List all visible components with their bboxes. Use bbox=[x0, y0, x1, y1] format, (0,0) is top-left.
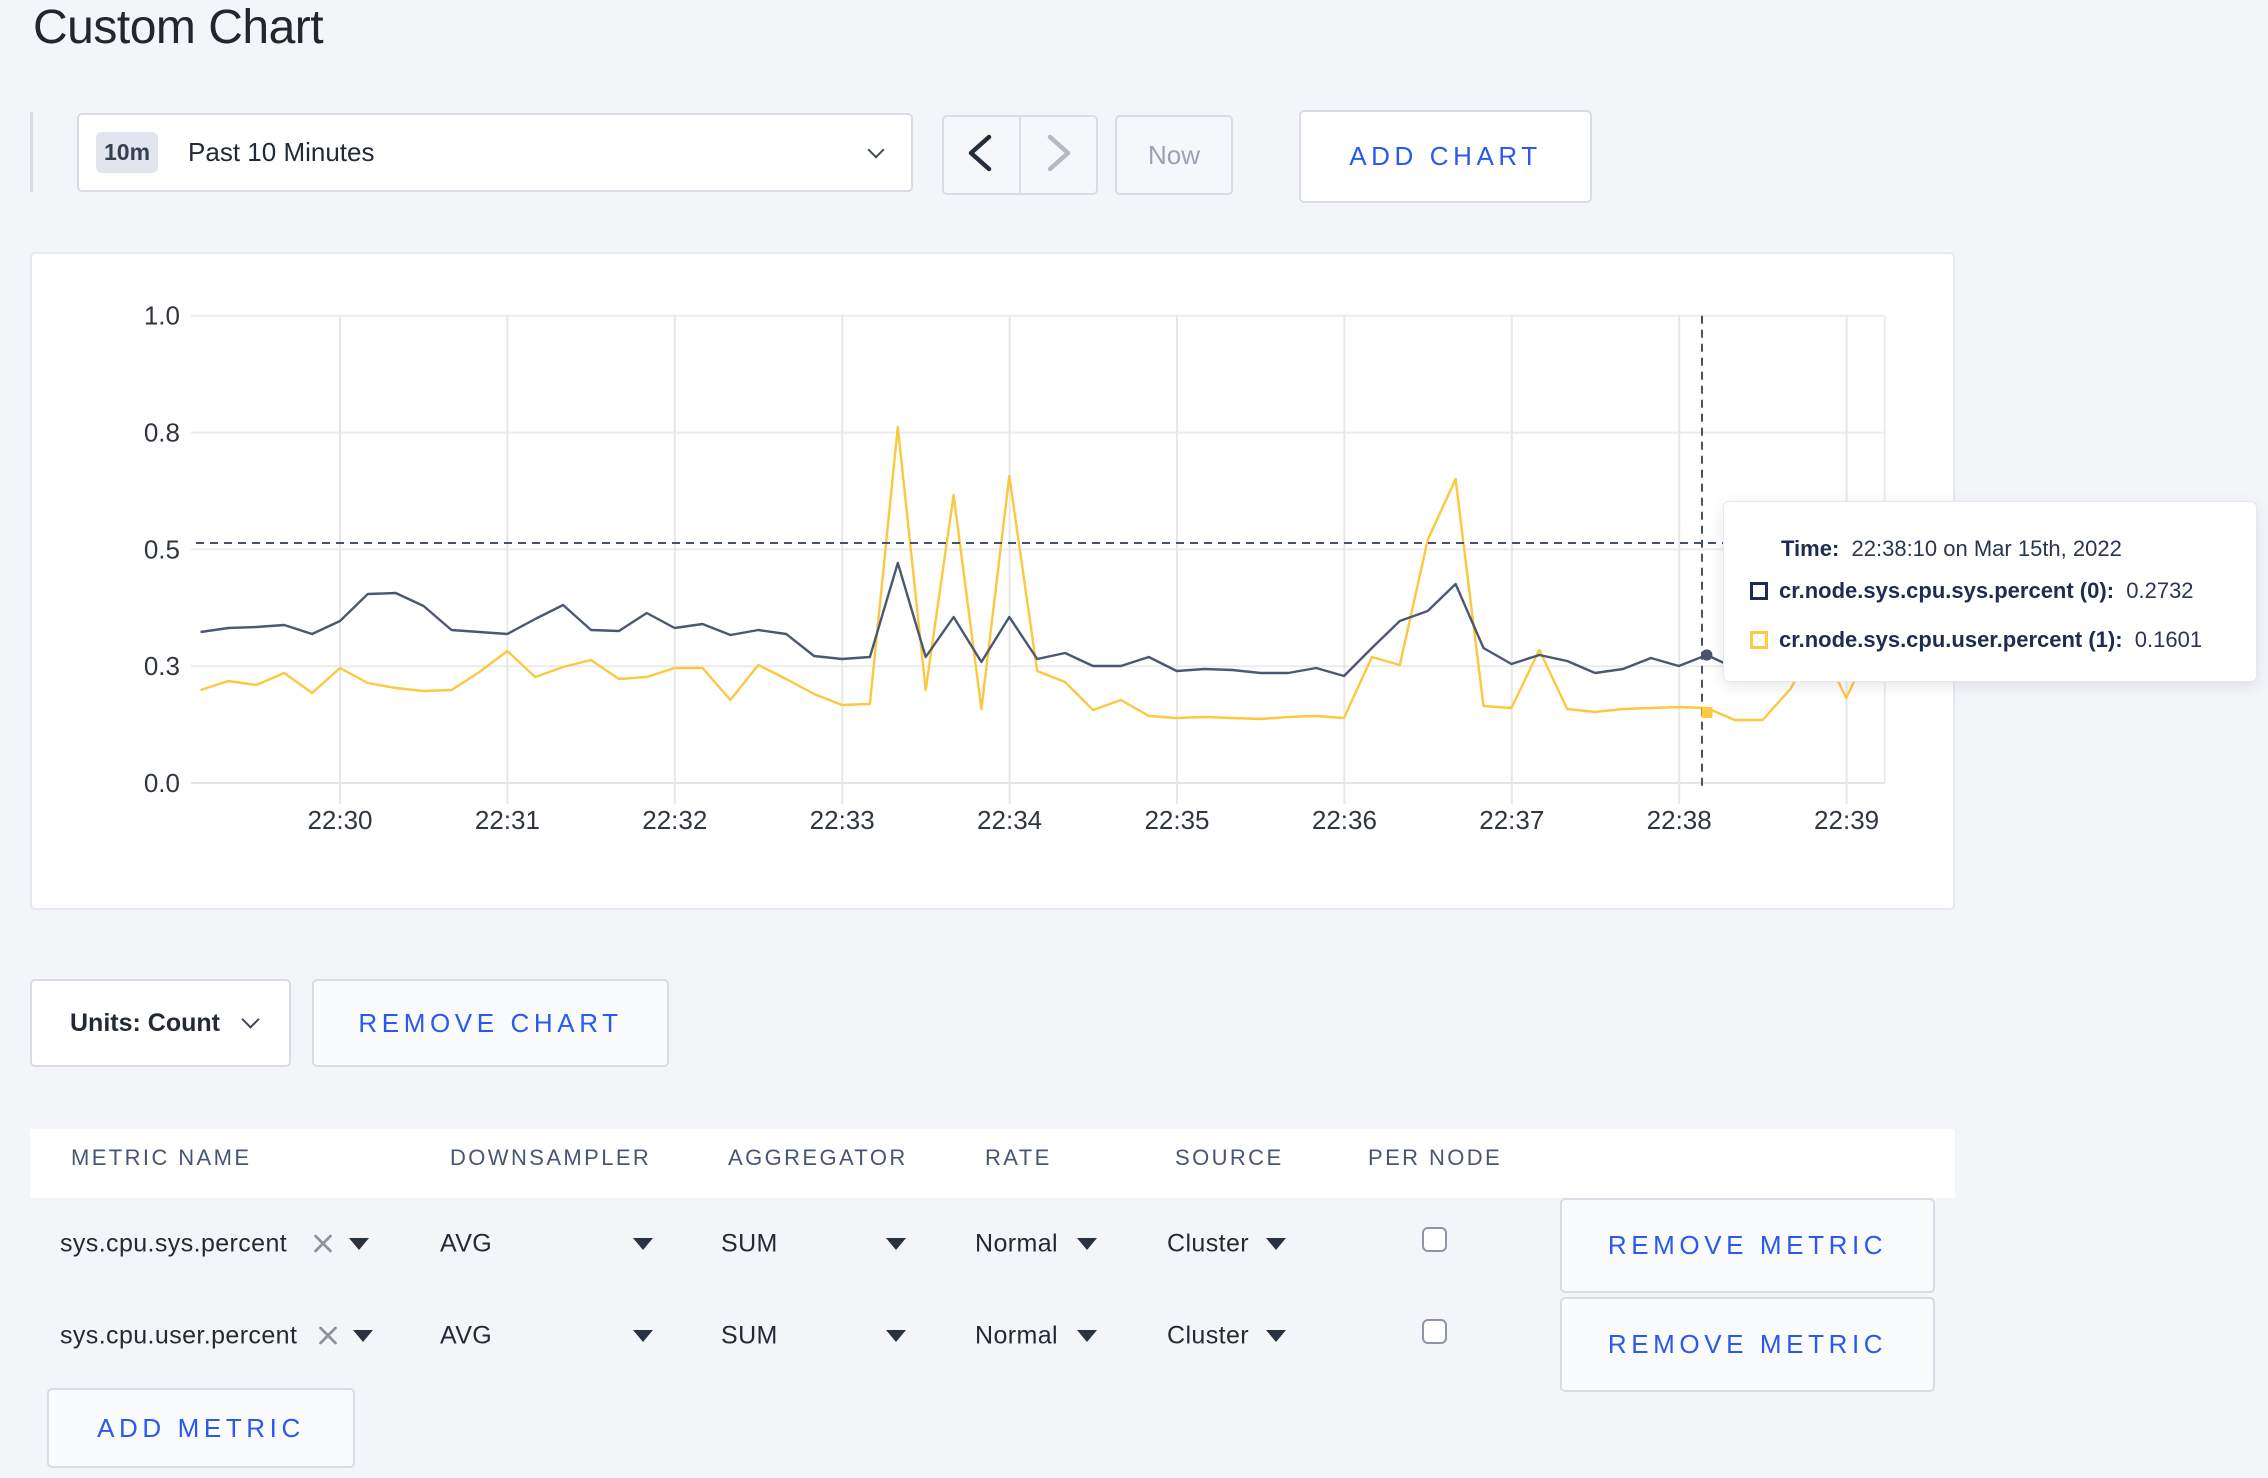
svg-text:22:38: 22:38 bbox=[1647, 805, 1712, 835]
svg-text:0.5: 0.5 bbox=[144, 534, 180, 564]
svg-text:22:32: 22:32 bbox=[642, 805, 707, 835]
svg-text:0.0: 0.0 bbox=[144, 768, 180, 798]
svg-text:22:36: 22:36 bbox=[1312, 805, 1377, 835]
svg-text:22:39: 22:39 bbox=[1814, 805, 1879, 835]
svg-text:1.0: 1.0 bbox=[144, 301, 180, 331]
svg-text:22:31: 22:31 bbox=[475, 805, 540, 835]
svg-text:0.8: 0.8 bbox=[144, 418, 180, 448]
svg-text:22:30: 22:30 bbox=[307, 805, 372, 835]
svg-text:22:35: 22:35 bbox=[1144, 805, 1209, 835]
svg-text:22:37: 22:37 bbox=[1479, 805, 1544, 835]
svg-text:22:33: 22:33 bbox=[810, 805, 875, 835]
svg-text:22:34: 22:34 bbox=[977, 805, 1042, 835]
svg-text:0.3: 0.3 bbox=[144, 651, 180, 681]
